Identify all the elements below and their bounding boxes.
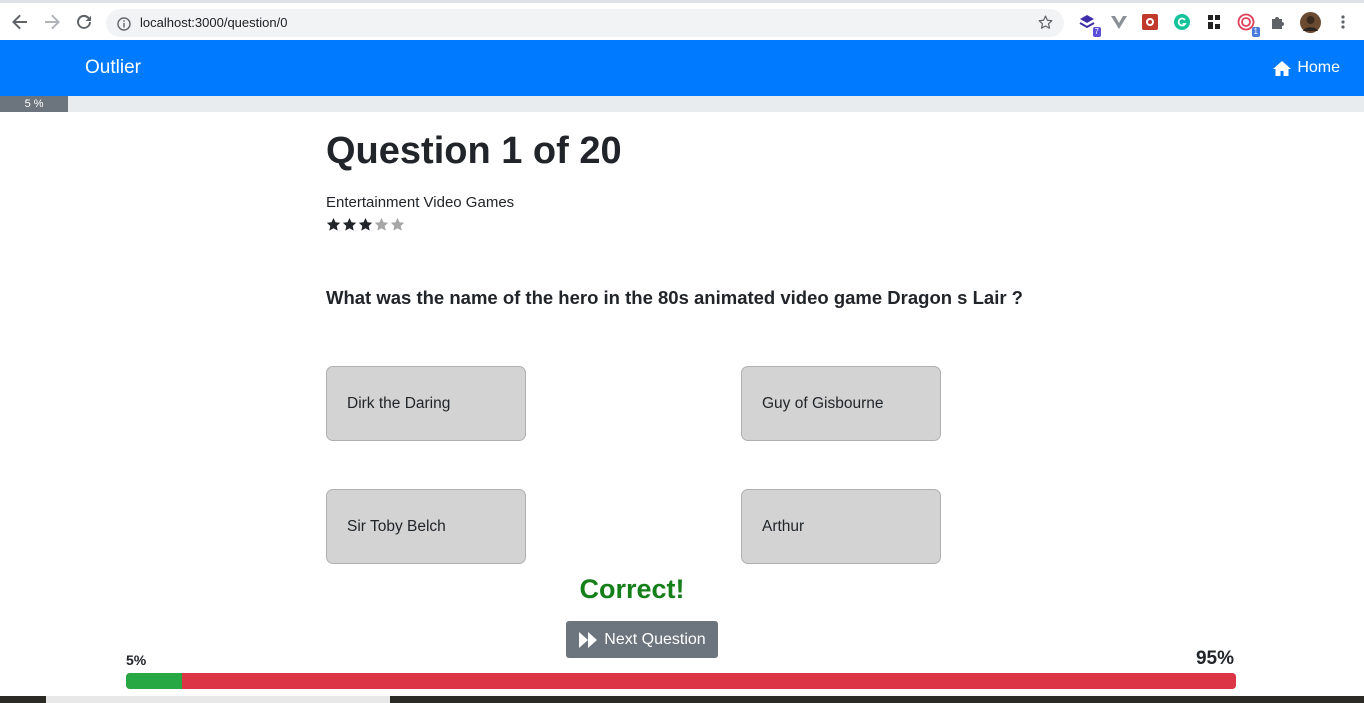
home-icon	[1273, 60, 1292, 76]
reload-icon	[77, 14, 91, 29]
browser-toolbar: localhost:3000/question/0 7 1	[0, 0, 1364, 40]
taskbar	[0, 696, 1364, 703]
score-bar	[126, 673, 1236, 689]
back-button[interactable]	[9, 11, 31, 33]
vue-devtools-icon[interactable]	[1110, 13, 1128, 31]
extension-badge: 7	[1092, 27, 1101, 37]
layers-extension-icon[interactable]: 7	[1078, 13, 1101, 37]
brand-link[interactable]: Outlier	[85, 57, 141, 79]
question-category: Entertainment Video Games	[326, 194, 515, 211]
star-filled-icon	[342, 217, 357, 231]
profile-avatar[interactable]	[1300, 12, 1321, 33]
question-progress-bar: 5 %	[0, 96, 1364, 112]
extension-badge: 1	[1251, 27, 1260, 37]
address-bar[interactable]: localhost:3000/question/0	[106, 9, 1064, 37]
star-empty-icon	[374, 217, 389, 231]
home-link[interactable]: Home	[1272, 59, 1340, 77]
question-heading: Question 1 of 20	[326, 130, 622, 172]
home-label: Home	[1297, 59, 1340, 76]
grammarly-icon[interactable]	[1173, 13, 1191, 31]
result-message: Correct!	[579, 574, 685, 604]
url-text[interactable]: localhost:3000/question/0	[140, 15, 287, 30]
reload-button[interactable]	[73, 11, 95, 33]
answer-button[interactable]: Guy of Gisbourne	[741, 366, 941, 441]
score-correct-fill	[126, 673, 182, 689]
target-extension-icon[interactable]: 1	[1237, 13, 1260, 37]
arrow-right-icon	[45, 14, 60, 30]
question-text: What was the name of the hero in the 80s…	[326, 287, 1023, 308]
next-question-label: Next Question	[604, 630, 706, 648]
red-extension-icon[interactable]	[1141, 13, 1159, 31]
bookmark-star-icon[interactable]	[1037, 14, 1054, 35]
star-empty-icon	[390, 217, 405, 231]
answer-button[interactable]: Arthur	[741, 489, 941, 564]
next-question-button[interactable]: Next Question	[566, 621, 718, 658]
star-filled-icon	[358, 217, 373, 231]
star-filled-icon	[326, 217, 341, 231]
grid-extension-icon[interactable]	[1205, 13, 1223, 31]
score-correct-label: 5%	[126, 652, 147, 668]
navbar: Outlier Home	[0, 40, 1364, 96]
question-progress-fill: 5 %	[0, 96, 69, 112]
answer-button[interactable]: Dirk the Daring	[326, 366, 526, 441]
puzzle-icon[interactable]	[1269, 13, 1287, 31]
forward-button[interactable]	[41, 11, 63, 33]
score-incorrect-label: 95%	[1195, 648, 1234, 669]
more-menu-icon[interactable]	[1334, 13, 1352, 31]
fast-forward-icon	[579, 631, 598, 648]
difficulty-stars	[326, 217, 405, 232]
arrow-left-icon	[12, 14, 27, 30]
score-incorrect-fill	[181, 673, 1236, 689]
info-icon[interactable]	[117, 16, 131, 35]
answer-button[interactable]: Sir Toby Belch	[326, 489, 526, 564]
